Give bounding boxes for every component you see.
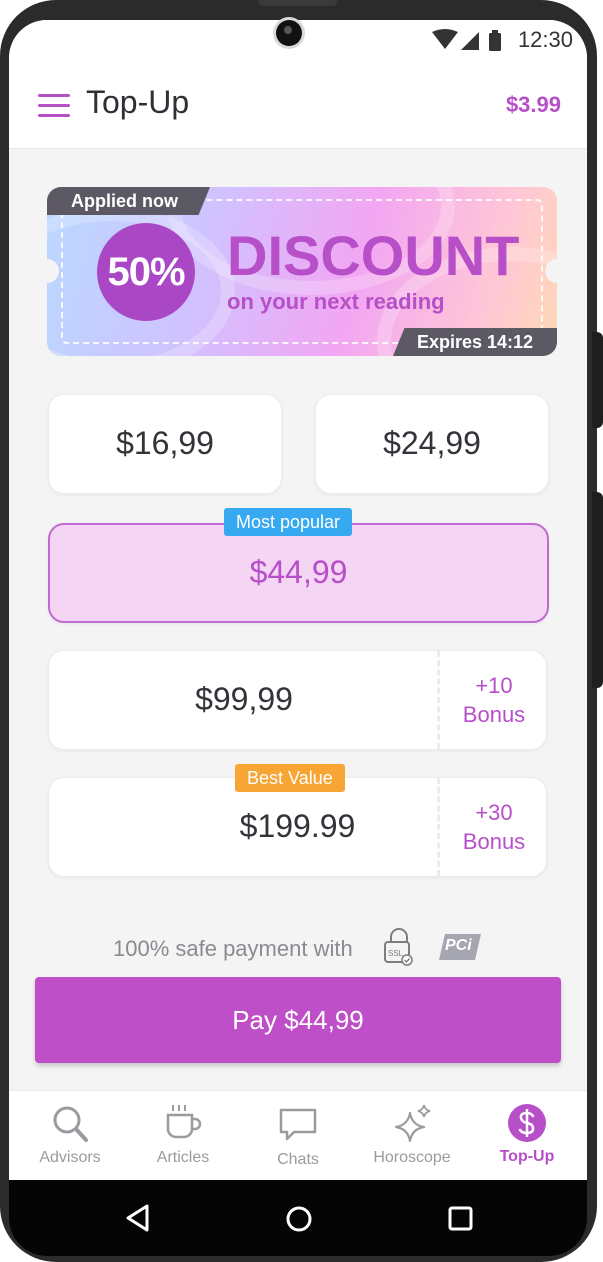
recents-nav-icon[interactable] — [448, 1206, 474, 1232]
search-icon — [53, 1106, 88, 1142]
balance-amount: $3.99 — [505, 92, 561, 117]
tab-advisors[interactable]: Advisors — [15, 1091, 125, 1180]
device-top-notch — [258, 0, 338, 6]
package-price: $24,99 — [383, 425, 481, 461]
package-card-24-99[interactable]: $24,99 — [315, 394, 549, 494]
dollar-icon — [508, 1104, 546, 1142]
tab-top-up[interactable]: Top-Up — [472, 1091, 582, 1180]
tab-label: Advisors — [39, 1149, 101, 1166]
bonus-label: +10 Bonus — [442, 671, 546, 729]
tab-label: Articles — [156, 1149, 210, 1166]
page-title: Top-Up — [86, 84, 190, 120]
package-card-16-99[interactable]: $16,99 — [48, 394, 282, 494]
cup-icon — [166, 1105, 202, 1139]
discount-percent-badge: 50% — [97, 223, 195, 321]
package-price: $99,99 — [195, 681, 293, 717]
package-price: $16,99 — [116, 425, 214, 461]
pay-button[interactable]: Pay $44,99 — [35, 977, 561, 1063]
front-camera — [276, 20, 302, 46]
tab-label: Chats — [277, 1151, 319, 1168]
applied-now-badge: Applied now — [47, 187, 210, 215]
svg-text:SSL: SSL — [388, 949, 404, 958]
best-value-tag: Best Value — [235, 764, 345, 792]
discount-title: DISCOUNT — [227, 224, 520, 287]
pci-text: PCi — [445, 937, 472, 954]
discount-subtitle: on your next reading — [227, 289, 445, 314]
bonus-amount: +10 — [475, 673, 513, 698]
tab-label: Top-Up — [499, 1148, 555, 1165]
wifi-icon — [432, 29, 458, 49]
signal-icon — [461, 32, 479, 50]
bonus-text: Bonus — [462, 702, 526, 727]
bonus-amount: +30 — [475, 800, 513, 825]
volume-button — [592, 332, 603, 428]
ssl-lock-icon: SSL — [384, 928, 413, 966]
status-time: 12:30 — [517, 27, 573, 52]
power-button — [592, 492, 603, 688]
home-nav-icon[interactable] — [285, 1205, 313, 1233]
status-icons — [432, 29, 501, 51]
safe-payment-text: 100% safe payment with — [113, 936, 353, 961]
expires-badge: Expires 14:12 — [393, 328, 557, 356]
tab-label: Horoscope — [373, 1149, 451, 1166]
package-card-99-99[interactable]: $99,99 +10 Bonus — [48, 650, 547, 750]
back-nav-icon[interactable] — [125, 1204, 151, 1232]
bonus-text: Bonus — [462, 829, 526, 854]
android-nav-bar — [9, 1180, 587, 1256]
package-card-44-99-selected[interactable]: $44,99 — [48, 523, 549, 623]
hamburger-menu-icon[interactable] — [38, 94, 70, 118]
package-price: $44,99 — [249, 554, 348, 590]
tab-chats[interactable]: Chats — [243, 1091, 353, 1180]
chat-icon — [279, 1108, 317, 1141]
discount-banner[interactable]: Applied now 50% DISCOUNT on your next re… — [47, 187, 557, 356]
phone-frame: 12:30 Top-Up $3.99 Applied now 50% DISCO… — [0, 0, 603, 1262]
bonus-label: +30 Bonus — [442, 798, 546, 856]
sparkle-icon — [394, 1104, 431, 1143]
battery-icon — [489, 33, 501, 51]
app-screen: 12:30 Top-Up $3.99 Applied now 50% DISCO… — [9, 20, 587, 1180]
tab-horoscope[interactable]: Horoscope — [357, 1091, 467, 1180]
app-header: Top-Up $3.99 — [9, 60, 587, 149]
pci-icon: PCi — [437, 932, 483, 962]
bonus-divider — [437, 778, 440, 876]
package-card-199-99[interactable]: $199.99 +30 Bonus — [48, 777, 547, 877]
most-popular-tag: Most popular — [224, 508, 353, 536]
bottom-tab-bar: Advisors Articles Chats Horoscope Top-Up — [9, 1090, 587, 1180]
tab-articles[interactable]: Articles — [128, 1091, 238, 1180]
bonus-divider — [437, 651, 440, 749]
